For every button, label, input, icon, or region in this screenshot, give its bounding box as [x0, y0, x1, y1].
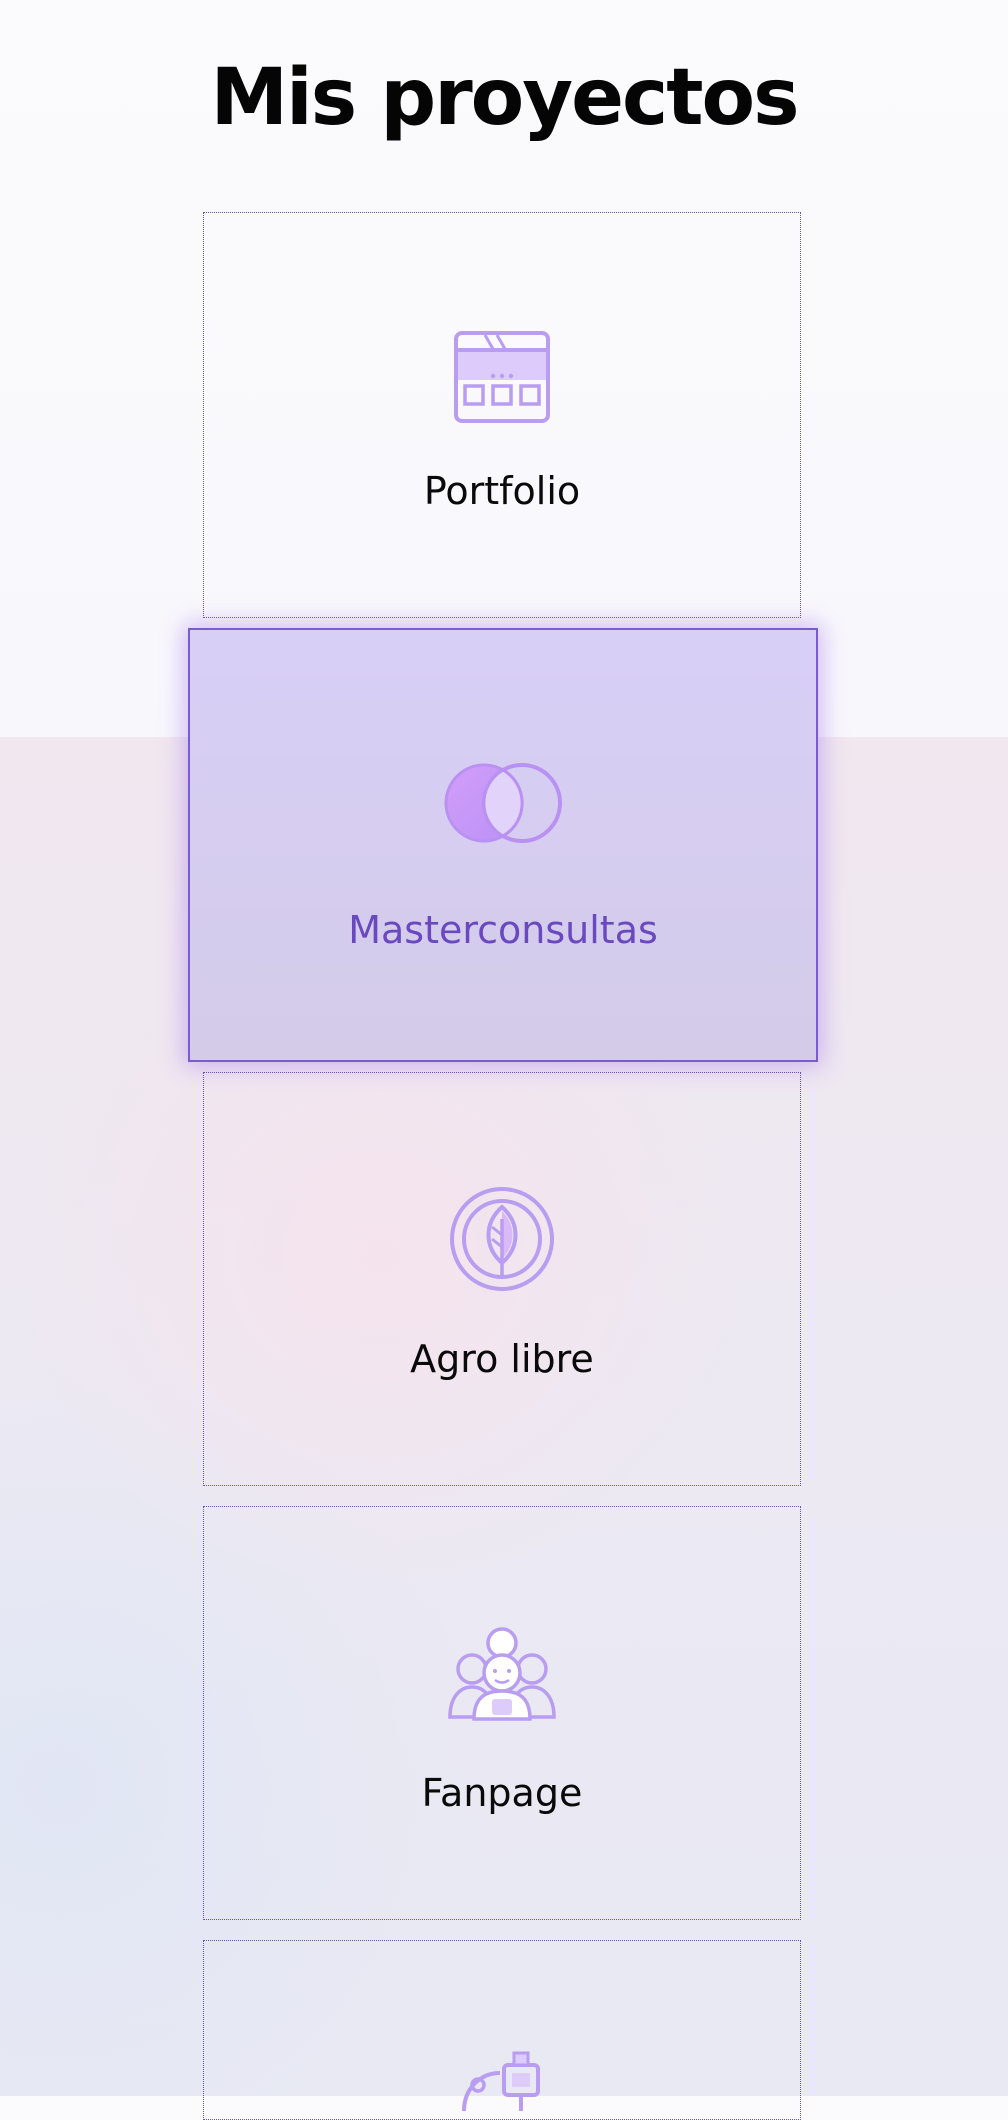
project-label: Portfolio: [423, 469, 581, 513]
project-card-portfolio[interactable]: Portfolio: [203, 212, 801, 618]
project-card-fanpage[interactable]: Fanpage: [203, 1506, 801, 1920]
project-label: Fanpage: [421, 1771, 583, 1815]
project-label: Masterconsultas: [348, 908, 658, 952]
robot-arm-icon: [452, 2051, 552, 2116]
overlapping-circles-icon: [442, 761, 564, 850]
project-label: Agro libre: [410, 1337, 594, 1381]
leaf-icon: [448, 1185, 556, 1298]
browser-window-icon: [453, 330, 551, 429]
people-group-icon: [448, 1625, 556, 1726]
page-title: Mis proyectos: [210, 53, 799, 143]
project-card-masterconsultas[interactable]: Masterconsultas: [188, 628, 818, 1062]
project-card-agro-libre[interactable]: Agro libre: [203, 1072, 801, 1486]
project-card-next[interactable]: [203, 1940, 801, 2120]
